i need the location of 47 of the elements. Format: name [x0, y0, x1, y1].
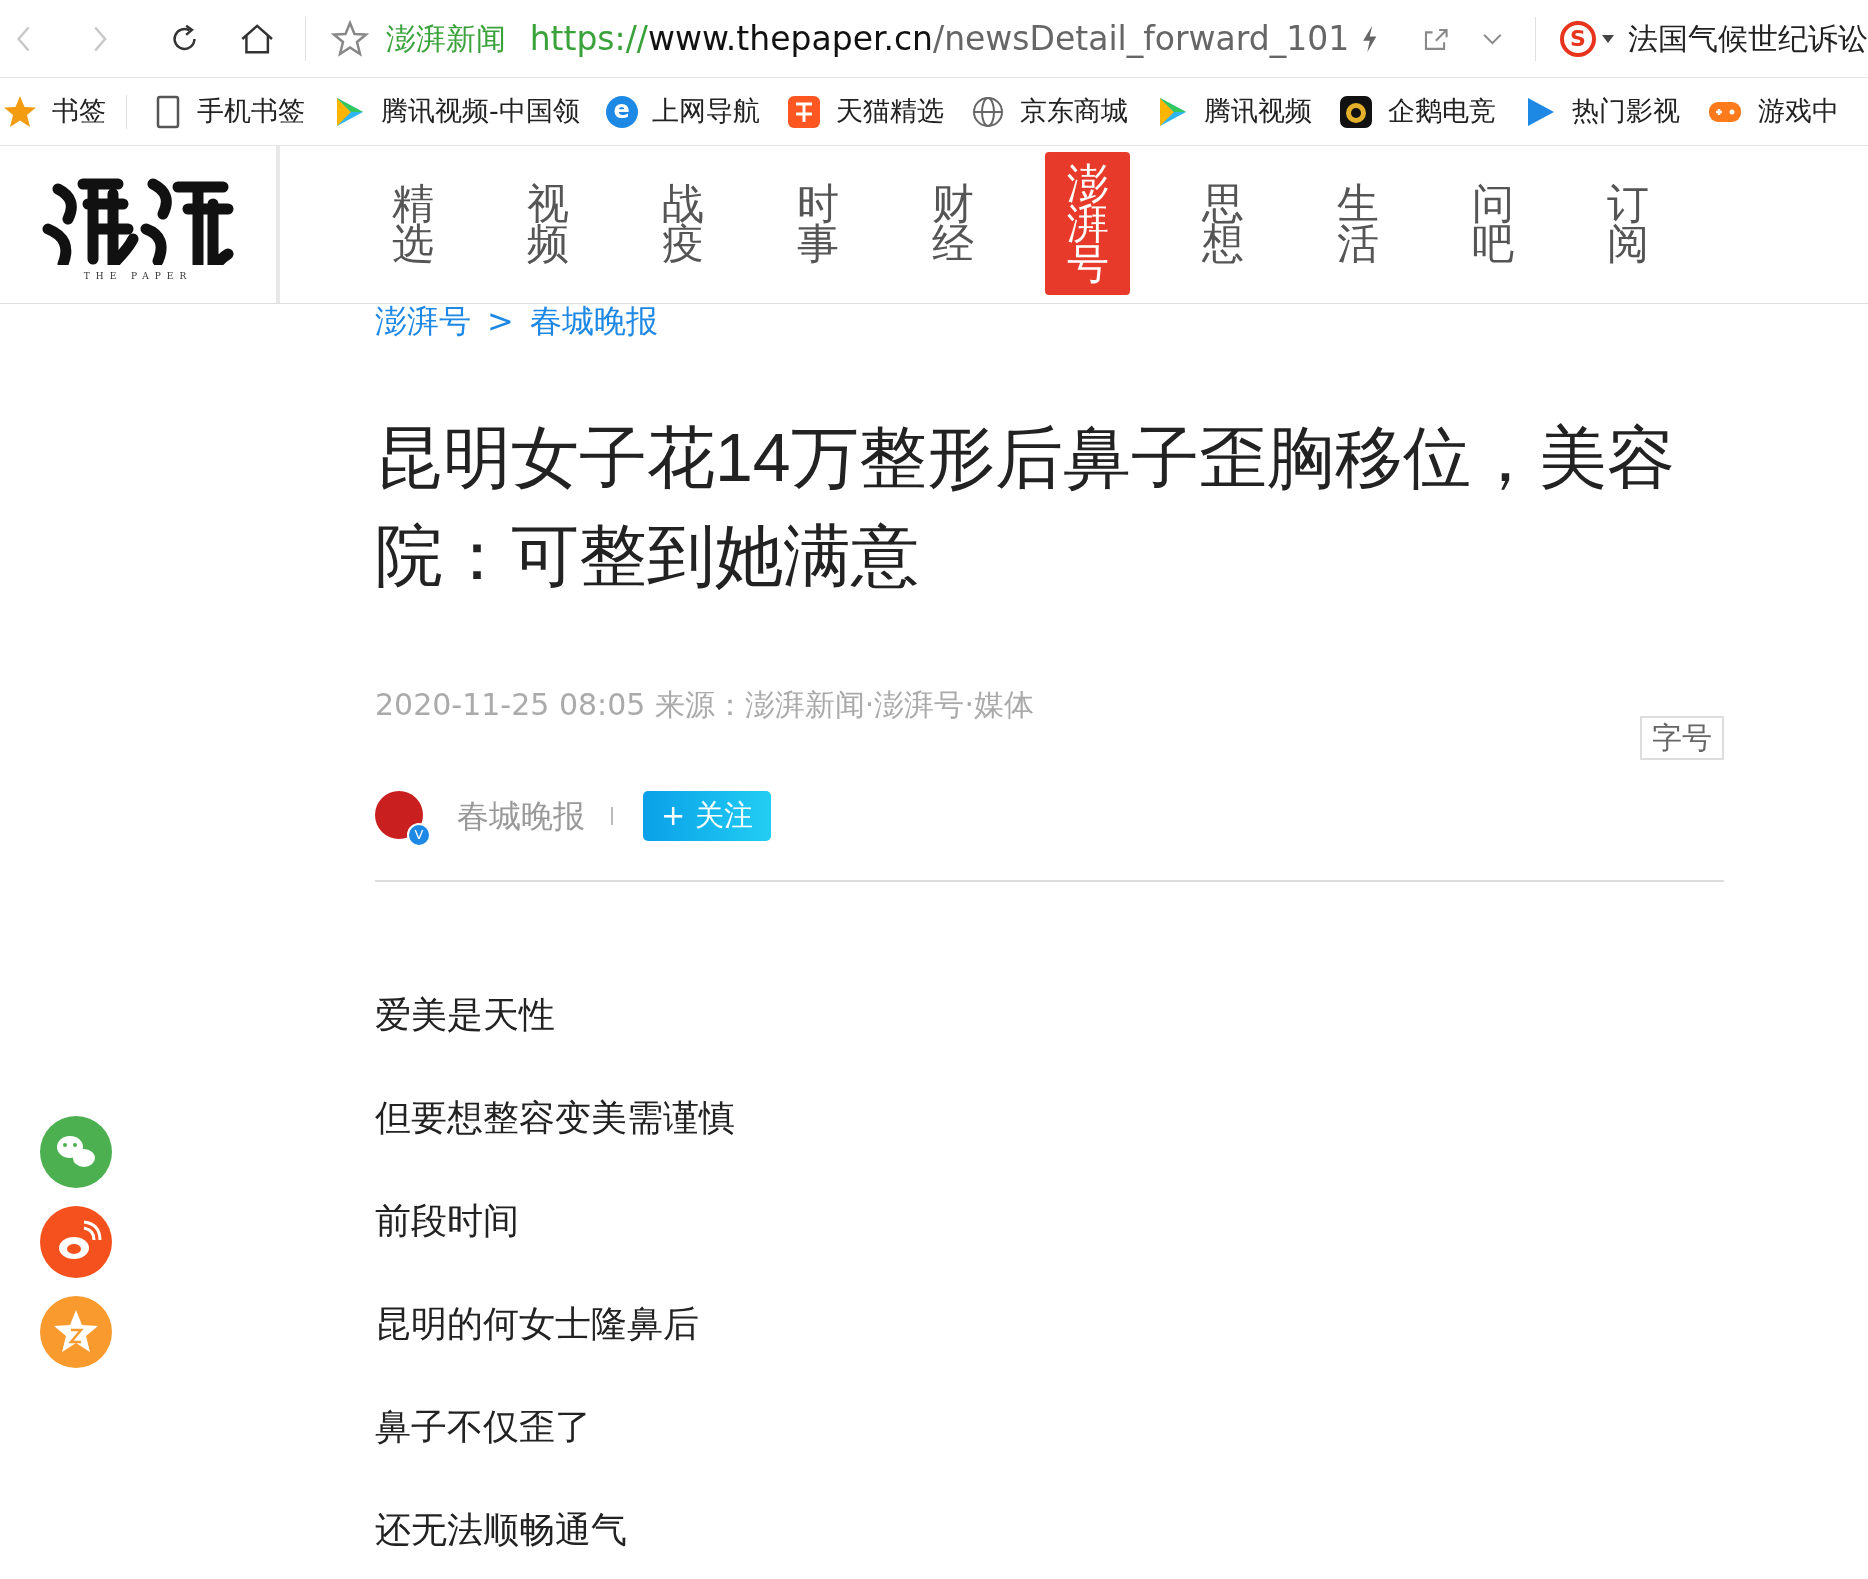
breadcrumb-link[interactable]: 澎湃号 [375, 304, 471, 338]
verified-badge: V [407, 823, 431, 847]
nav-tab[interactable]: 时事 [775, 152, 860, 295]
nav-tab[interactable]: 精选 [370, 152, 455, 295]
bookmark-link[interactable]: 游戏中 [1705, 91, 1839, 132]
bookmark-link[interactable]: 手机书签 [153, 91, 305, 132]
caret-icon[interactable] [1602, 34, 1614, 43]
bookmark-link[interactable]: 腾讯视频 [1153, 91, 1312, 132]
bookmark-link[interactable]: 热门影视 [1521, 91, 1680, 132]
nav-tab[interactable]: 生活 [1315, 152, 1400, 295]
article-paragraph: 还无法顺畅通气 [375, 1508, 628, 1552]
logo-subtitle: THE PAPER [83, 270, 193, 281]
nav-tab[interactable]: 思想 [1180, 152, 1265, 295]
article-meta: 2020-11-25 08:05 来源：澎湃新闻·澎湃号·媒体 [375, 686, 1034, 724]
nav-tab[interactable]: 澎湃号 [1045, 152, 1130, 295]
weibo-icon[interactable] [40, 1206, 112, 1278]
nav-tab[interactable]: 视频 [505, 152, 590, 295]
nav-tab[interactable]: 财经 [910, 152, 995, 295]
article-paragraph: 鼻子不仅歪了 [375, 1405, 592, 1449]
bookmark-link[interactable]: 企鹅电竞 [1337, 91, 1496, 132]
bookmark-link[interactable]: e 上网导航 [605, 91, 760, 132]
site-name: 澎湃新闻 [385, 20, 506, 58]
nav-tab[interactable]: 订阅 [1585, 152, 1670, 295]
emblem-icon [1337, 93, 1374, 130]
wechat-icon[interactable] [40, 1116, 112, 1188]
nav-tab[interactable]: 战疫 [640, 152, 725, 295]
article-paragraph: 前段时间 [375, 1199, 520, 1243]
browser-logo: e [605, 95, 638, 128]
article-paragraph: 昆明的何女士隆鼻后 [375, 1302, 700, 1346]
bookmark-link[interactable]: 京东商城 [969, 91, 1128, 132]
article-paragraph: 爱美是天性 [375, 993, 556, 1037]
url-text: https://www.thepaper.cn/newsDetail_forward_101 [529, 17, 1350, 60]
star-icon[interactable] [329, 18, 370, 59]
address-bar[interactable]: 澎湃新闻 https://www.thepaper.cn/newsDetail_forward_101 [329, 13, 1350, 64]
breadcrumb-link[interactable]: 春城晚报 [529, 304, 658, 338]
bookmark-link[interactable]: 腾讯视频-中国领 [331, 91, 580, 132]
bookmark-link[interactable]: 天猫精选 [785, 91, 944, 132]
article-title: 昆明女子花14万整形后鼻子歪胸移位，美容院：可整到她满意 [375, 418, 1675, 595]
search-text[interactable]: 法国气候世纪诉讼 [1628, 16, 1868, 61]
nav-tab[interactable]: 问吧 [1450, 152, 1535, 295]
breadcrumb-separator: > [487, 304, 514, 338]
search-engine-logo[interactable]: S [1560, 20, 1596, 57]
font-size-button[interactable]: 字号 [1640, 716, 1724, 760]
shop-icon [785, 93, 822, 130]
avatar[interactable] [375, 791, 423, 839]
bookmark-link[interactable]: 书签 [2, 91, 106, 132]
article-paragraph: 但要想整容变美需谨慎 [375, 1096, 736, 1140]
